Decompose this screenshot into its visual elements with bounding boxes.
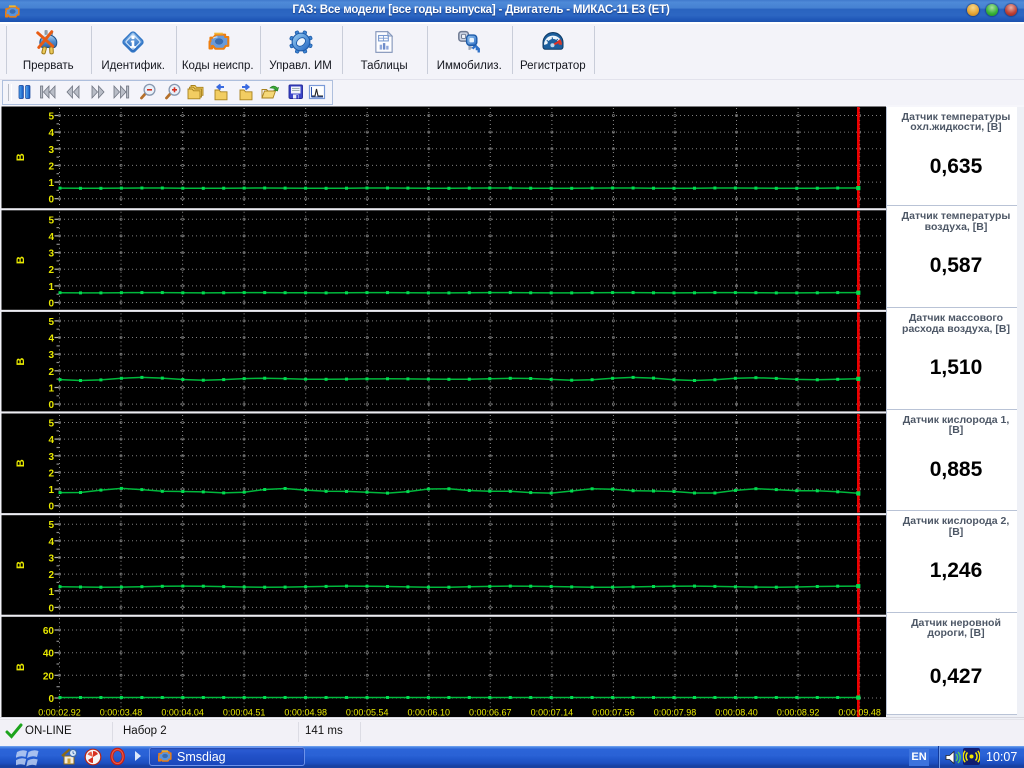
svg-text:2: 2	[48, 570, 54, 581]
svg-text:4: 4	[48, 128, 54, 139]
svg-text:2: 2	[48, 265, 54, 276]
svg-text:0: 0	[48, 502, 54, 513]
svg-text:В: В	[15, 663, 27, 671]
svg-text:В: В	[15, 358, 27, 366]
svg-text:В: В	[15, 153, 27, 161]
svg-text:0:00:04.51: 0:00:04.51	[223, 707, 266, 717]
svg-text:3: 3	[48, 554, 54, 565]
svg-text:В: В	[15, 561, 27, 569]
svg-text:0:00:02.92: 0:00:02.92	[38, 707, 81, 717]
svg-text:3: 3	[48, 452, 54, 463]
svg-text:5: 5	[48, 520, 54, 531]
svg-text:4: 4	[48, 435, 54, 446]
svg-text:2: 2	[48, 367, 54, 378]
svg-text:0:00:05.54: 0:00:05.54	[346, 707, 389, 717]
svg-text:2: 2	[48, 468, 54, 479]
svg-text:0: 0	[48, 195, 54, 206]
svg-text:0:00:04.04: 0:00:04.04	[161, 707, 204, 717]
svg-text:3: 3	[48, 145, 54, 156]
svg-text:60: 60	[43, 626, 55, 637]
svg-text:20: 20	[43, 671, 55, 682]
svg-text:0:00:08.92: 0:00:08.92	[777, 707, 820, 717]
svg-text:4: 4	[48, 232, 54, 243]
svg-text:0:00:03.48: 0:00:03.48	[100, 707, 143, 717]
svg-text:3: 3	[48, 249, 54, 260]
svg-text:40: 40	[43, 649, 55, 660]
svg-text:5: 5	[48, 317, 54, 328]
svg-text:4: 4	[48, 334, 54, 345]
svg-text:2: 2	[48, 161, 54, 172]
svg-text:1: 1	[48, 587, 54, 598]
svg-text:0: 0	[48, 400, 54, 411]
svg-text:0:00:06.67: 0:00:06.67	[469, 707, 512, 717]
svg-text:5: 5	[48, 215, 54, 226]
svg-text:0:00:07.98: 0:00:07.98	[654, 707, 697, 717]
svg-text:0:00:07.14: 0:00:07.14	[531, 707, 574, 717]
svg-text:5: 5	[48, 112, 54, 123]
svg-text:4: 4	[48, 537, 54, 548]
svg-text:0: 0	[48, 694, 54, 705]
svg-text:0:00:08.40: 0:00:08.40	[715, 707, 758, 717]
svg-text:0:00:09.48: 0:00:09.48	[838, 707, 881, 717]
svg-text:5: 5	[48, 419, 54, 430]
svg-text:1: 1	[48, 282, 54, 293]
svg-text:0:00:06.10: 0:00:06.10	[408, 707, 451, 717]
svg-text:В: В	[15, 459, 27, 467]
svg-text:1: 1	[48, 384, 54, 395]
svg-text:В: В	[15, 256, 27, 264]
svg-text:0: 0	[48, 299, 54, 310]
svg-text:0:00:04.98: 0:00:04.98	[284, 707, 327, 717]
svg-text:1: 1	[48, 178, 54, 189]
svg-text:3: 3	[48, 350, 54, 361]
svg-text:0: 0	[48, 603, 54, 614]
svg-text:1: 1	[48, 485, 54, 496]
svg-text:0:00:07.56: 0:00:07.56	[592, 707, 635, 717]
